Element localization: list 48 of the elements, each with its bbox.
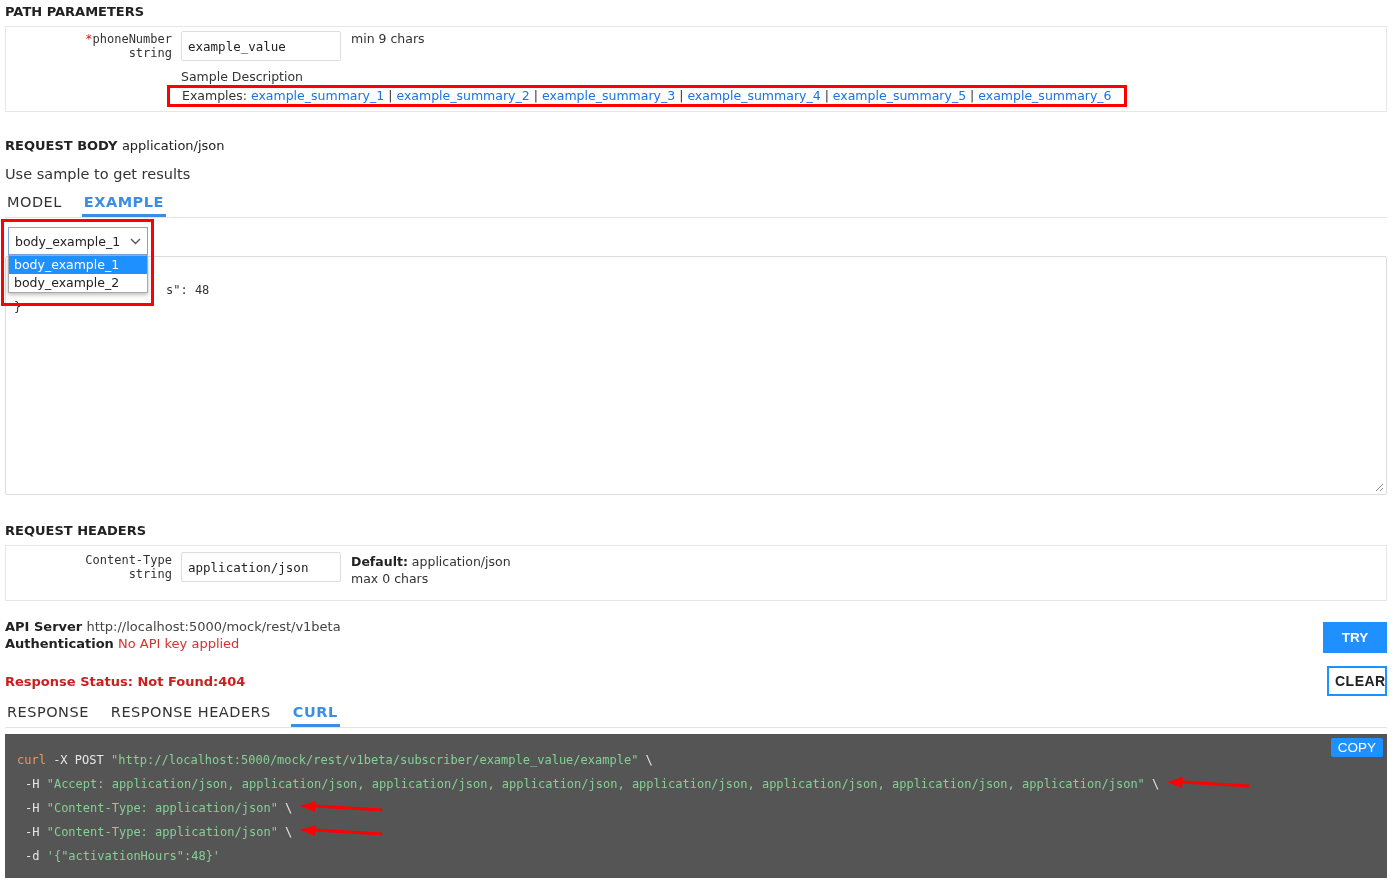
tab[interactable]: CURL <box>290 700 340 727</box>
parameter-input[interactable]: application/json <box>181 552 341 582</box>
section-title: REQUEST HEADERS <box>5 523 147 540</box>
constraint-text: max 0 chars <box>351 571 430 586</box>
dropdown-option[interactable]: body_example_2 <box>9 274 147 292</box>
chevron-icon <box>130 237 141 245</box>
api-server-text: API Server http://localhost:5000/mock/rest/v1beta <box>5 619 341 634</box>
tab[interactable]: RESPONSE <box>5 700 91 727</box>
code-line: -H "Content-Type: application/json" \ <box>25 801 293 815</box>
examples-label: Examples: <box>182 88 247 103</box>
separator: | <box>533 88 538 103</box>
tab[interactable]: RESPONSE HEADERS <box>108 700 273 727</box>
parameter-type: string <box>128 46 172 60</box>
separator: | <box>679 88 684 103</box>
section-title: PATH PARAMETERS <box>5 4 146 21</box>
default-text: Default: application/json <box>351 554 511 569</box>
example-link[interactable]: example_summary_4 <box>687 88 821 103</box>
example-link[interactable]: example_summary_1 <box>250 88 385 103</box>
parameter-name: Content-Type <box>85 553 172 567</box>
tab[interactable]: MODEL <box>5 190 64 217</box>
code-line: -H "Content-Type: application/json" \ <box>25 825 293 839</box>
example-link[interactable]: example_summary_6 <box>978 88 1112 103</box>
parameter-input[interactable]: example_value <box>181 31 341 61</box>
clear-button[interactable]: CLEAR <box>1327 666 1387 696</box>
try-button[interactable]: TRY <box>1323 622 1387 653</box>
separator: | <box>388 88 393 103</box>
example-link[interactable]: example_summary_3 <box>541 88 676 103</box>
response-status: Response Status: Not Found:404 <box>5 673 246 689</box>
tab[interactable]: EXAMPLE <box>81 190 166 217</box>
parameter-name: *phoneNumber <box>85 32 172 46</box>
body-description: Use sample to get results <box>5 166 192 182</box>
constraint-text: min 9 chars <box>351 31 425 46</box>
authentication-text: Authentication No API key applied <box>5 636 241 651</box>
separator: | <box>970 88 975 103</box>
copy-button[interactable]: COPY <box>1330 738 1383 757</box>
dropdown-option[interactable]: body_example_1 <box>9 256 147 274</box>
separator: | <box>824 88 829 103</box>
parameter-type: string <box>128 567 172 581</box>
section-title: REQUEST BODY application/json <box>5 138 226 155</box>
resize-handle-icon[interactable] <box>1375 483 1384 492</box>
parameter-description: Sample Description <box>181 69 305 84</box>
code-line: -d '{"activationHours":48}' <box>25 849 221 863</box>
example-link[interactable]: example_summary_5 <box>832 88 967 103</box>
example-link[interactable]: example_summary_2 <box>396 88 530 103</box>
example-select[interactable]: body_example_1 <box>8 227 148 255</box>
code-line: s": 48 <box>166 283 210 297</box>
code-line: -H "Accept: application/json, application/json, application/json, application/json, application/json, application/json, application/json, application/json" \ <box>25 777 1160 791</box>
code-line: curl -X POST "http://localhost:5000/mock/rest/v1beta/subscriber/example_value/example" \ <box>17 753 653 767</box>
